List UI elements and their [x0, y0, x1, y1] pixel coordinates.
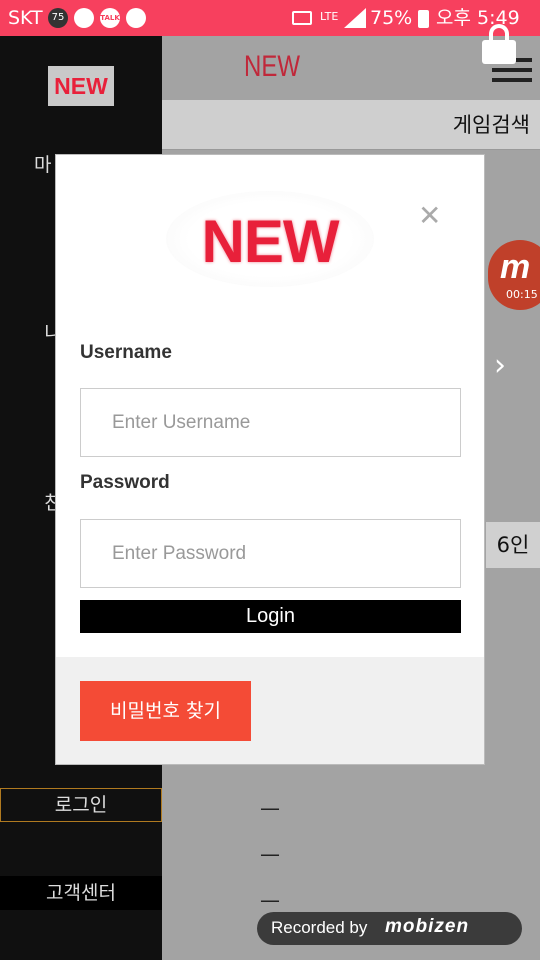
- signal-icon: [344, 8, 366, 28]
- header-logo[interactable]: NEW: [244, 50, 300, 84]
- recording-timer: 00:15: [506, 288, 538, 301]
- next-arrow-icon[interactable]: ›: [494, 348, 506, 383]
- login-modal: NEW ✕ Username Enter Username Password E…: [55, 154, 485, 765]
- username-label: Username: [80, 342, 172, 363]
- player-count-label: 6인: [486, 522, 540, 568]
- list-dash: —: [260, 888, 280, 912]
- sidebar-logo[interactable]: NEW: [48, 66, 114, 106]
- mobizen-record-icon: [126, 8, 146, 28]
- mobizen-brand-logo: mobizen: [385, 916, 470, 937]
- sidebar-item-partial[interactable]: 마: [34, 150, 51, 177]
- status-bar: SKT 75 TALK LTE 75% 오후 5:49: [0, 0, 540, 36]
- password-input[interactable]: Enter Password: [80, 519, 461, 588]
- username-input[interactable]: Enter Username: [80, 388, 461, 457]
- lock-icon[interactable]: [480, 24, 518, 64]
- login-button[interactable]: Login: [80, 600, 461, 633]
- mobizen-m-icon: m: [500, 248, 531, 286]
- password-label: Password: [80, 472, 170, 493]
- mobizen-notification-icon: [74, 8, 94, 28]
- recording-watermark: Recorded by mobizen: [257, 912, 522, 945]
- close-icon[interactable]: ✕: [418, 199, 441, 232]
- find-password-button[interactable]: 비밀번호 찾기: [80, 681, 251, 741]
- list-dash: —: [260, 842, 280, 866]
- battery-icon: [418, 10, 429, 28]
- lte-icon: LTE: [320, 10, 339, 23]
- battery-percent: 75%: [370, 7, 413, 29]
- list-dash: —: [260, 796, 280, 820]
- game-search-bar[interactable]: 게임검색: [162, 100, 540, 150]
- kakaotalk-icon: TALK: [100, 8, 120, 28]
- notification-count-badge: 75: [48, 8, 68, 28]
- modal-footer: 비밀번호 찾기: [56, 657, 484, 764]
- cast-icon: [292, 11, 312, 25]
- sidebar-support-button[interactable]: 고객센터: [0, 876, 162, 910]
- recorded-by-label: Recorded by: [271, 918, 368, 937]
- recorder-bubble[interactable]: m 00:15: [488, 240, 540, 310]
- sidebar-login-button[interactable]: 로그인: [0, 788, 162, 822]
- carrier-label: SKT: [8, 7, 43, 29]
- modal-logo: NEW: [201, 208, 340, 275]
